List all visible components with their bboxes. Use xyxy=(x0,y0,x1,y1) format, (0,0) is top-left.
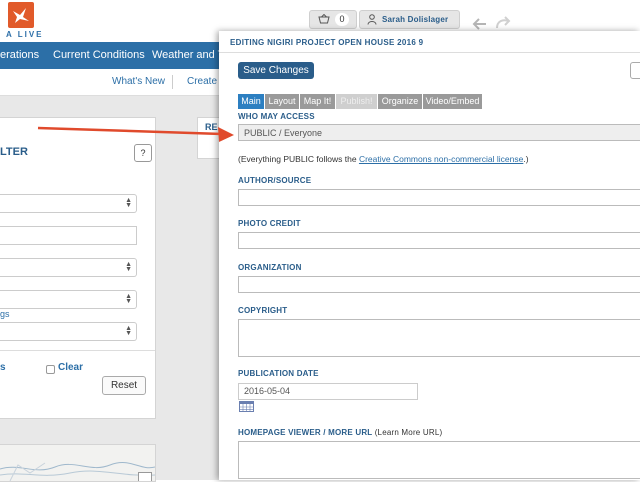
expand-icon[interactable] xyxy=(138,472,152,481)
middle-panel-label: RE xyxy=(205,122,218,132)
title-divider xyxy=(219,52,640,53)
photo-credit-label: PHOTO CREDIT xyxy=(238,219,301,228)
cart-button[interactable]: 0 xyxy=(309,10,357,29)
author-source-field[interactable] xyxy=(238,189,640,206)
tab-organize[interactable]: Organize xyxy=(378,94,422,109)
filter-blue-label[interactable]: gs xyxy=(0,309,10,319)
nav-item-operations[interactable]: erations xyxy=(0,42,39,69)
nav-item-current-conditions[interactable]: Current Conditions xyxy=(53,42,145,69)
filter-option-label[interactable]: s xyxy=(0,362,6,373)
license-link[interactable]: Creative Commons non-commercial license xyxy=(359,154,523,164)
homepage-url-label-text: HOMEPAGE VIEWER / MORE URL xyxy=(238,428,373,437)
publication-date-field[interactable]: 2016-05-04 xyxy=(238,383,418,400)
select-arrows-icon: ▲ ▼ xyxy=(125,197,132,209)
homepage-url-note: (Learn More URL) xyxy=(374,428,443,437)
homepage-url-label: HOMEPAGE VIEWER / MORE URL (Learn More U… xyxy=(238,428,442,437)
editor-right-control[interactable] xyxy=(630,62,640,79)
organization-label: ORGANIZATION xyxy=(238,263,302,272)
homepage-url-field[interactable] xyxy=(238,441,640,479)
redo-icon[interactable] xyxy=(495,16,511,30)
editor-title: EDITING NIGIRI PROJECT OPEN HOUSE 2016 9 xyxy=(230,38,424,47)
access-select[interactable]: PUBLIC / Everyone xyxy=(238,124,640,141)
undo-icon[interactable] xyxy=(472,16,488,30)
select-arrows-icon: ▲ ▼ xyxy=(125,293,132,305)
help-button[interactable]: ? xyxy=(134,144,152,162)
license-note-prefix: (Everything PUBLIC follows the xyxy=(238,154,359,164)
select-arrows-icon: ▲ ▼ xyxy=(125,325,132,337)
photo-credit-field[interactable] xyxy=(238,232,640,249)
subnav-divider xyxy=(172,75,173,89)
license-note: (Everything PUBLIC follows the Creative … xyxy=(238,154,529,164)
map-thumbnail[interactable] xyxy=(0,444,156,482)
filter-text-input[interactable] xyxy=(0,226,137,245)
filter-select-3[interactable]: ▲ ▼ xyxy=(0,290,137,309)
map-lines xyxy=(0,462,155,481)
filter-title: LTER xyxy=(0,146,28,158)
organization-field[interactable] xyxy=(238,276,640,293)
copyright-label: COPYRIGHT xyxy=(238,306,288,315)
publication-date-label: PUBLICATION DATE xyxy=(238,369,319,378)
who-may-access-label: WHO MAY ACCESS xyxy=(238,112,315,121)
clear-checkbox[interactable] xyxy=(46,365,55,374)
user-menu-button[interactable]: Sarah Dolislager xyxy=(359,10,460,29)
select-arrows-icon: ▲ ▼ xyxy=(125,261,132,273)
cart-count-badge: 0 xyxy=(335,13,349,26)
tab-layout[interactable]: Layout xyxy=(265,94,299,109)
tab-main[interactable]: Main xyxy=(238,94,264,109)
filter-select-2[interactable]: ▲ ▼ xyxy=(0,258,137,277)
tab-map-it[interactable]: Map It! xyxy=(300,94,335,109)
tab-publish: Publish! xyxy=(336,94,377,109)
subnav-item-whats-new[interactable]: What's New xyxy=(112,69,165,95)
user-name: Sarah Dolislager xyxy=(382,15,449,24)
basket-icon xyxy=(318,14,330,24)
filter-select-4[interactable]: ▲ ▼ xyxy=(0,322,137,341)
filter-divider xyxy=(0,350,155,351)
filter-select-1[interactable]: ▲ ▼ xyxy=(0,194,137,213)
clear-label[interactable]: Clear xyxy=(58,362,83,373)
copyright-field[interactable] xyxy=(238,319,640,357)
license-note-suffix: .) xyxy=(523,154,529,164)
user-icon xyxy=(367,14,377,25)
logo[interactable] xyxy=(8,2,34,28)
reset-button[interactable]: Reset xyxy=(102,376,146,395)
editor-panel: EDITING NIGIRI PROJECT OPEN HOUSE 2016 9… xyxy=(219,31,640,480)
logo-text: A LIVE xyxy=(6,30,44,39)
author-source-label: AUTHOR/SOURCE xyxy=(238,176,312,185)
save-changes-button[interactable]: Save Changes xyxy=(238,62,314,79)
logo-bird-icon xyxy=(13,8,29,23)
tab-video-embed[interactable]: Video/Embed xyxy=(423,94,482,109)
calendar-icon[interactable] xyxy=(239,401,254,412)
filter-panel: LTER ? ▲ ▼ ▲ ▼ ▲ ▼ gs ▲ ▼ s Clear Reset xyxy=(0,117,156,419)
